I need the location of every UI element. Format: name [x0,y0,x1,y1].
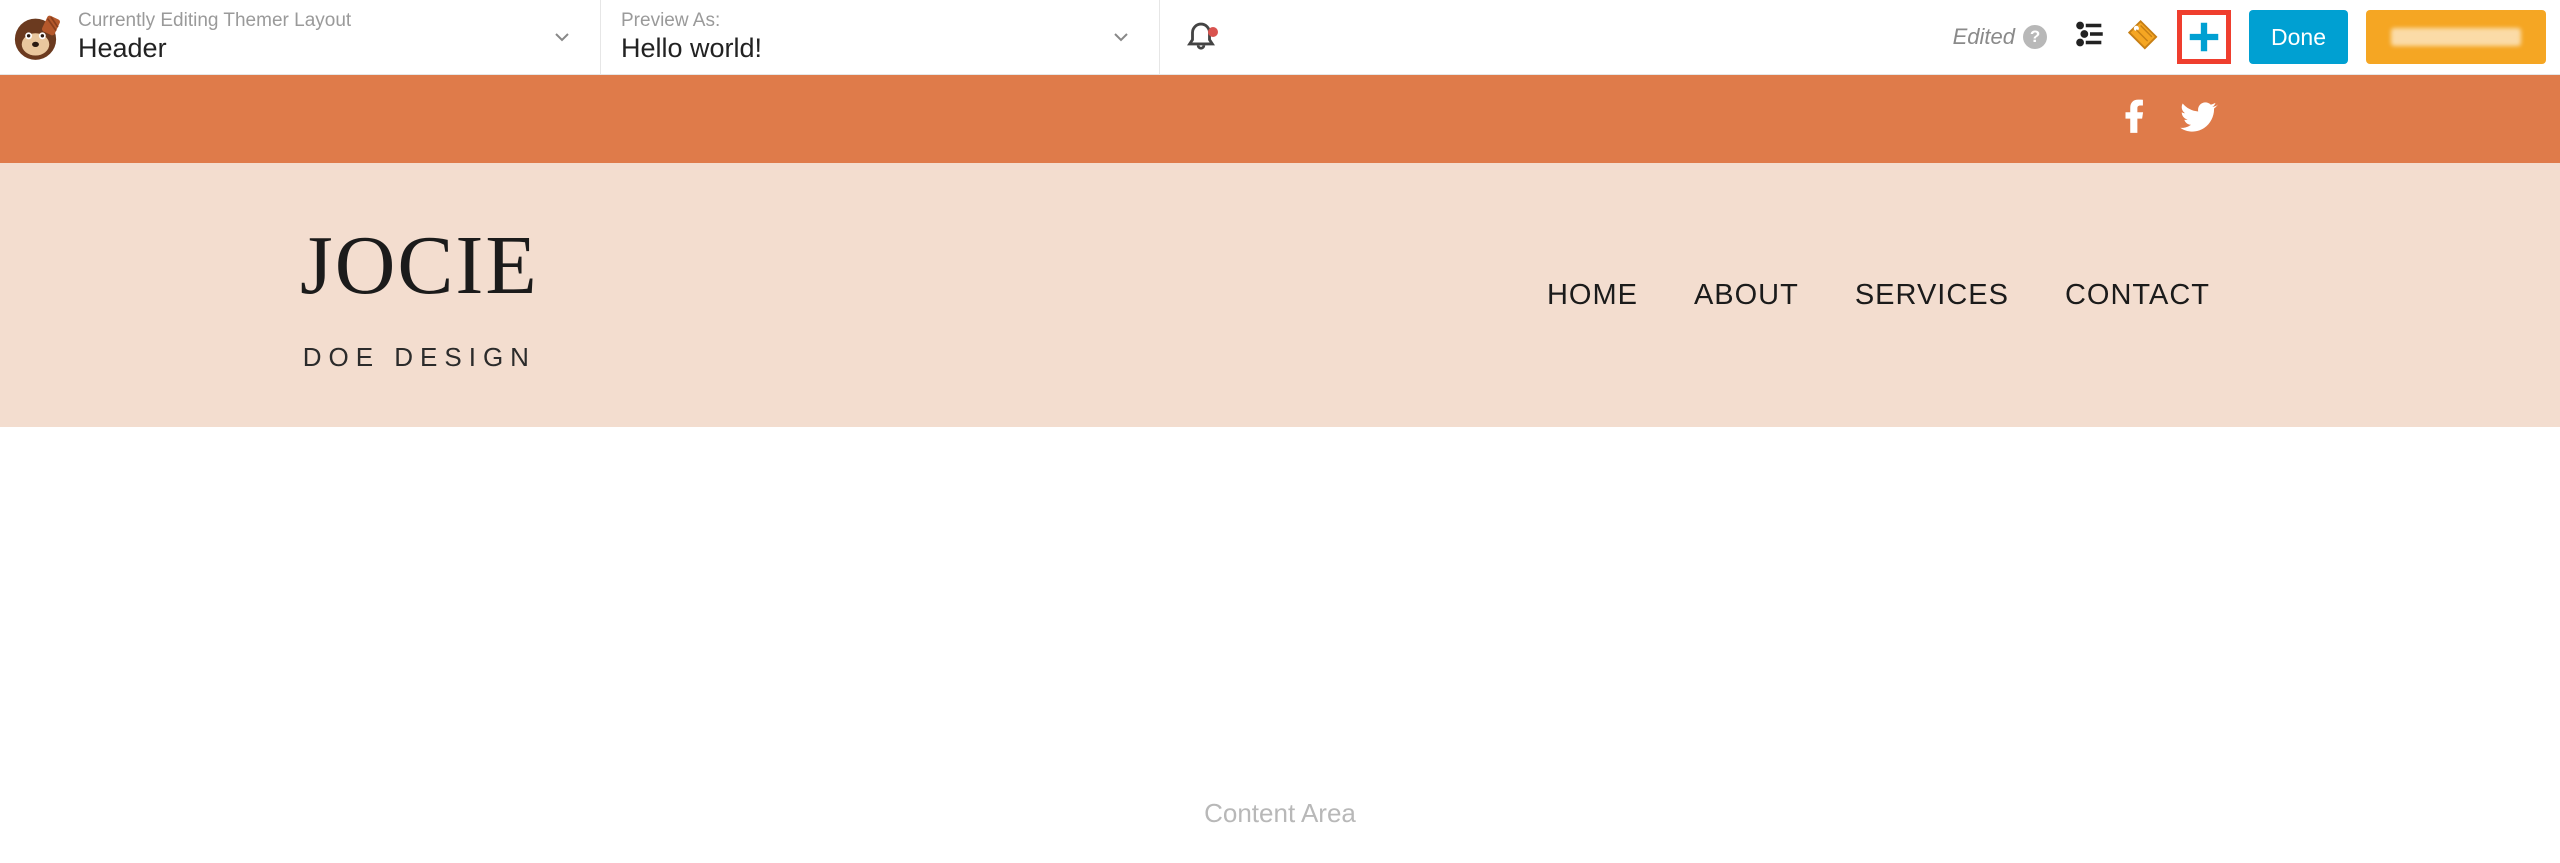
editing-value: Header [78,32,530,64]
site-header: JOCIE DOE DESIGN HOME ABOUT SERVICES CON… [0,163,2560,427]
social-bar [0,75,2560,163]
nav-home[interactable]: HOME [1547,279,1638,312]
add-content-button[interactable] [2177,10,2231,64]
content-area-label: Content Area [1204,798,1356,829]
edited-status[interactable]: Edited ? [1953,24,2047,50]
preview-value: Hello world! [621,32,1089,64]
help-icon: ? [2023,25,2047,49]
beaver-logo-icon[interactable] [0,0,70,74]
outline-button[interactable] [2073,17,2107,57]
tag-button[interactable] [2125,17,2159,57]
primary-nav: HOME ABOUT SERVICES CONTACT [1547,279,2210,312]
logo-main: JOCIE [300,217,539,314]
chevron-down-icon [540,25,600,49]
editing-dropdown[interactable]: Currently Editing Themer Layout Header [70,0,600,74]
preview-dropdown[interactable]: Preview As: Hello world! [600,0,1160,74]
content-area-placeholder[interactable]: Content Area [0,427,2560,863]
notification-dot-icon [1208,27,1218,37]
blurred-label [2391,28,2521,46]
editing-label: Currently Editing Themer Layout [78,11,530,32]
preview-label: Preview As: [621,11,1089,32]
notifications-button[interactable] [1160,17,1242,57]
toolbar-spacer [1160,0,1953,74]
builder-toolbar: Currently Editing Themer Layout Header P… [0,0,2560,75]
site-logo[interactable]: JOCIE DOE DESIGN [300,217,539,373]
twitter-icon[interactable] [2180,98,2218,141]
chevron-down-icon [1099,25,1159,49]
publish-button[interactable] [2366,10,2546,64]
facebook-icon[interactable] [2116,98,2154,141]
nav-contact[interactable]: CONTACT [2065,279,2210,312]
logo-tagline: DOE DESIGN [303,342,536,373]
nav-about[interactable]: ABOUT [1694,279,1799,312]
nav-services[interactable]: SERVICES [1855,279,2009,312]
edited-label: Edited [1953,24,2015,50]
toolbar-actions: Edited ? [1953,0,2560,74]
done-button[interactable]: Done [2249,10,2348,64]
